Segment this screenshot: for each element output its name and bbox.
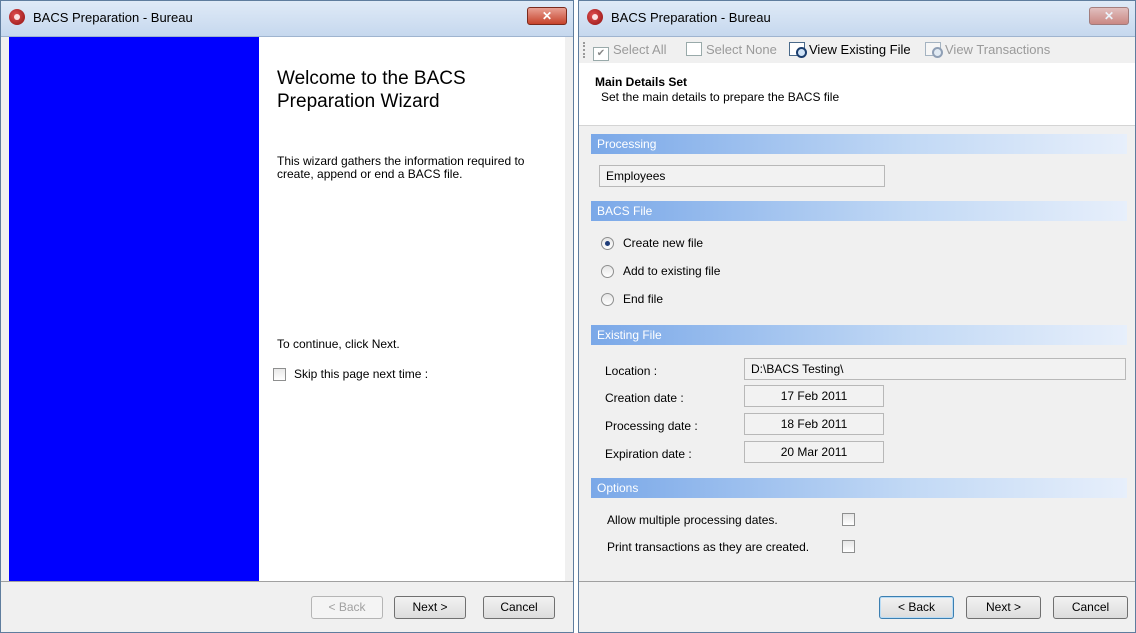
wizard-side-panel xyxy=(9,37,259,584)
end-file-radio[interactable] xyxy=(601,293,614,307)
view-transactions-button[interactable]: View Transactions xyxy=(925,41,1050,59)
location-label: Location : xyxy=(605,364,658,378)
options-section-header: Options xyxy=(591,478,1127,498)
wizard-title: Welcome to the BACS Preparation Wizard xyxy=(277,68,466,112)
end-file-option[interactable]: End file xyxy=(601,292,664,307)
app-icon xyxy=(587,9,603,25)
wizard-welcome-content: Welcome to the BACS Preparation Wizard T… xyxy=(259,37,565,584)
bacs-file-section-header: BACS File xyxy=(591,201,1127,221)
end-file-label: End file xyxy=(623,292,664,306)
allow-multiple-dates-checkbox[interactable] xyxy=(842,513,855,526)
toolbar-grip[interactable] xyxy=(583,42,587,58)
print-transactions-label: Print transactions as they are created. xyxy=(607,540,810,554)
creation-date-label: Creation date : xyxy=(605,391,684,405)
processing-date-label: Processing date : xyxy=(605,419,698,433)
app-icon xyxy=(9,9,25,25)
close-icon: ✕ xyxy=(1103,9,1115,23)
next-button[interactable]: Next > xyxy=(966,596,1041,619)
select-all-label: Select All xyxy=(613,42,667,57)
skip-page-checkbox[interactable] xyxy=(273,368,286,382)
cancel-button[interactable]: Cancel xyxy=(1053,596,1128,619)
close-button[interactable]: ✕ xyxy=(527,7,567,25)
wizard-footer: < Back Next > Cancel xyxy=(579,581,1135,632)
create-new-file-option[interactable]: Create new file xyxy=(601,236,704,251)
view-transactions-label: View Transactions xyxy=(945,42,1051,57)
back-button[interactable]: < Back xyxy=(311,596,383,619)
window-title: BACS Preparation - Bureau xyxy=(33,10,193,25)
select-none-button[interactable]: Select None xyxy=(686,41,777,59)
processing-date-field: 18 Feb 2011 xyxy=(744,413,884,435)
window-title: BACS Preparation - Bureau xyxy=(611,10,771,25)
processing-section-header: Processing xyxy=(591,134,1127,154)
back-button[interactable]: < Back xyxy=(879,596,954,619)
add-to-existing-file-radio[interactable] xyxy=(601,265,614,279)
existing-file-section-header: Existing File xyxy=(591,325,1127,345)
add-to-existing-file-label: Add to existing file xyxy=(623,264,721,278)
view-existing-file-label: View Existing File xyxy=(809,42,911,57)
print-transactions-checkbox[interactable] xyxy=(842,540,855,553)
select-all-button[interactable]: ✔ Select All xyxy=(593,41,667,61)
checkbox-empty-icon xyxy=(686,42,702,56)
skip-page-option[interactable]: Skip this page next time : xyxy=(273,367,429,382)
welcome-wizard-window: BACS Preparation - Bureau ✕ Welcome to t… xyxy=(0,0,574,633)
wizard-description: This wizard gathers the information requ… xyxy=(277,154,525,181)
expiration-date-label: Expiration date : xyxy=(605,447,692,461)
page-title: Main Details Set xyxy=(595,75,688,89)
toolbar: ✔ Select All Select None View Existing Fi… xyxy=(579,37,1135,63)
wizard-header: Main Details Set Set the main details to… xyxy=(579,63,1135,125)
view-file-icon xyxy=(789,42,807,58)
create-new-file-label: Create new file xyxy=(623,236,704,250)
view-existing-file-button[interactable]: View Existing File xyxy=(789,41,911,59)
main-details-window: BACS Preparation - Bureau ✕ ✔ Select All … xyxy=(578,0,1136,633)
select-none-label: Select None xyxy=(706,42,777,57)
processing-field: Employees xyxy=(599,165,885,187)
create-new-file-radio[interactable] xyxy=(601,237,614,251)
close-icon: ✕ xyxy=(541,9,553,23)
skip-page-label: Skip this page next time : xyxy=(294,367,429,381)
main-details-form: Processing Employees BACS File Create ne… xyxy=(579,125,1135,582)
view-transactions-icon xyxy=(925,42,943,58)
location-field: D:\BACS Testing\ xyxy=(744,358,1126,380)
close-button[interactable]: ✕ xyxy=(1089,7,1129,25)
checkbox-checked-icon: ✔ xyxy=(593,47,609,61)
title-bar[interactable]: BACS Preparation - Bureau ✕ xyxy=(579,1,1135,37)
cancel-button[interactable]: Cancel xyxy=(483,596,555,619)
expiration-date-field: 20 Mar 2011 xyxy=(744,441,884,463)
page-subtitle: Set the main details to prepare the BACS… xyxy=(601,90,840,104)
title-bar[interactable]: BACS Preparation - Bureau ✕ xyxy=(1,1,573,37)
continue-instruction: To continue, click Next. xyxy=(277,337,400,351)
next-button[interactable]: Next > xyxy=(394,596,466,619)
creation-date-field: 17 Feb 2011 xyxy=(744,385,884,407)
wizard-footer: < Back Next > Cancel xyxy=(1,581,573,632)
add-to-existing-file-option[interactable]: Add to existing file xyxy=(601,264,721,279)
allow-multiple-dates-label: Allow multiple processing dates. xyxy=(607,513,778,527)
